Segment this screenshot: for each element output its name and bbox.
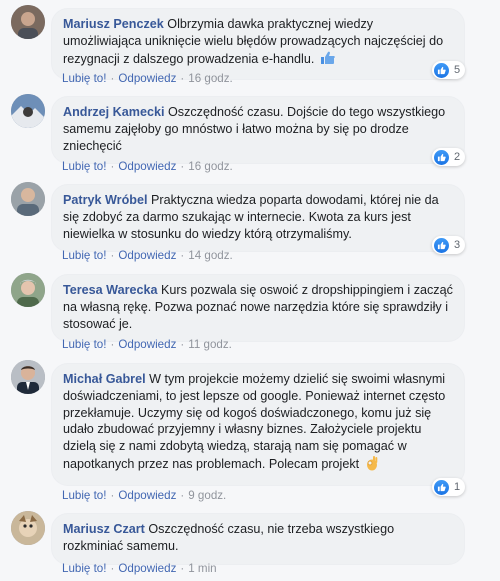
comment-actions: Lubię to! · Odpowiedz · 9 godz. bbox=[62, 489, 226, 502]
like-link[interactable]: Lubię to! bbox=[62, 249, 106, 262]
comment-timestamp[interactable]: 9 godz. bbox=[188, 489, 226, 502]
avatar[interactable] bbox=[11, 360, 45, 394]
like-count: 1 bbox=[454, 481, 461, 493]
comment-text: W tym projekcie możemy dzielić się swoim… bbox=[63, 372, 446, 471]
comment-author[interactable]: Teresa Warecka bbox=[63, 283, 158, 297]
reaction-count[interactable]: 3 bbox=[432, 236, 466, 254]
comment-author[interactable]: Michał Gabrel bbox=[63, 372, 146, 386]
separator: · bbox=[110, 72, 115, 85]
comment-actions: Lubię to! · Odpowiedz · 14 godz. bbox=[62, 249, 233, 262]
comment-timestamp[interactable]: 11 godz. bbox=[188, 338, 232, 351]
comment-bubble: Michał Gabrel W tym projekcie możemy dzi… bbox=[51, 363, 465, 486]
reply-link[interactable]: Odpowiedz bbox=[118, 338, 176, 351]
separator: · bbox=[180, 562, 185, 575]
comment-timestamp[interactable]: 14 godz. bbox=[188, 249, 232, 262]
reply-link[interactable]: Odpowiedz bbox=[118, 562, 176, 575]
avatar[interactable] bbox=[11, 94, 45, 128]
separator: · bbox=[180, 338, 185, 351]
reaction-count[interactable]: 1 bbox=[432, 478, 466, 496]
reaction-count[interactable]: 5 bbox=[432, 61, 466, 79]
separator: · bbox=[180, 160, 185, 173]
like-link[interactable]: Lubię to! bbox=[62, 489, 106, 502]
like-count: 3 bbox=[454, 239, 461, 251]
avatar[interactable] bbox=[11, 273, 45, 307]
separator: · bbox=[180, 72, 185, 85]
reply-link[interactable]: Odpowiedz bbox=[118, 160, 176, 173]
like-link[interactable]: Lubię to! bbox=[62, 160, 106, 173]
comment-bubble: Andrzej Kamecki Oszczędność czasu. Dojśc… bbox=[51, 96, 465, 165]
avatar[interactable] bbox=[11, 5, 45, 39]
like-reaction-icon bbox=[434, 149, 449, 165]
comment-bubble: Patryk Wróbel Praktyczna wiedza poparta … bbox=[51, 184, 465, 253]
separator: · bbox=[180, 489, 185, 502]
comment-author[interactable]: Patryk Wróbel bbox=[63, 193, 147, 207]
comment-bubble: Mariusz Czart Oszczędność czasu, nie trz… bbox=[51, 513, 465, 565]
avatar[interactable] bbox=[11, 511, 45, 545]
comment-timestamp[interactable]: 16 godz. bbox=[188, 72, 232, 85]
comment-timestamp[interactable]: 1 min bbox=[188, 562, 216, 575]
comment-actions: Lubię to! · Odpowiedz · 16 godz. bbox=[62, 160, 233, 173]
separator: · bbox=[110, 160, 115, 173]
like-count: 5 bbox=[454, 64, 461, 76]
comment-author[interactable]: Mariusz Czart bbox=[63, 522, 145, 536]
like-link[interactable]: Lubię to! bbox=[62, 562, 106, 575]
separator: · bbox=[110, 338, 115, 351]
like-reaction-icon bbox=[434, 62, 449, 78]
separator: · bbox=[180, 249, 185, 262]
reply-link[interactable]: Odpowiedz bbox=[118, 489, 176, 502]
comment-actions: Lubię to! · Odpowiedz · 16 godz. bbox=[62, 72, 233, 85]
separator: · bbox=[110, 562, 115, 575]
reply-link[interactable]: Odpowiedz bbox=[118, 72, 176, 85]
like-reaction-icon bbox=[434, 237, 449, 253]
reaction-count[interactable]: 2 bbox=[432, 148, 466, 166]
thumbs-up-emoji-icon bbox=[320, 50, 336, 71]
like-reaction-icon bbox=[434, 479, 449, 495]
separator: · bbox=[110, 489, 115, 502]
like-count: 2 bbox=[454, 151, 461, 163]
reply-link[interactable]: Odpowiedz bbox=[118, 249, 176, 262]
separator: · bbox=[110, 249, 115, 262]
comment-actions: Lubię to! · Odpowiedz · 11 godz. bbox=[62, 338, 232, 351]
comment-actions: Lubię to! · Odpowiedz · 1 min bbox=[62, 562, 217, 575]
like-link[interactable]: Lubię to! bbox=[62, 72, 106, 85]
ok-hand-emoji-icon bbox=[365, 455, 379, 476]
comment-timestamp[interactable]: 16 godz. bbox=[188, 160, 232, 173]
comment-bubble: Teresa Warecka Kurs pozwala się oswoić z… bbox=[51, 274, 465, 343]
avatar[interactable] bbox=[11, 182, 45, 216]
like-link[interactable]: Lubię to! bbox=[62, 338, 106, 351]
comment-bubble: Mariusz Penczek Olbrzymia dawka praktycz… bbox=[51, 8, 465, 81]
comment-author[interactable]: Mariusz Penczek bbox=[63, 17, 164, 31]
comment-author[interactable]: Andrzej Kamecki bbox=[63, 105, 165, 119]
